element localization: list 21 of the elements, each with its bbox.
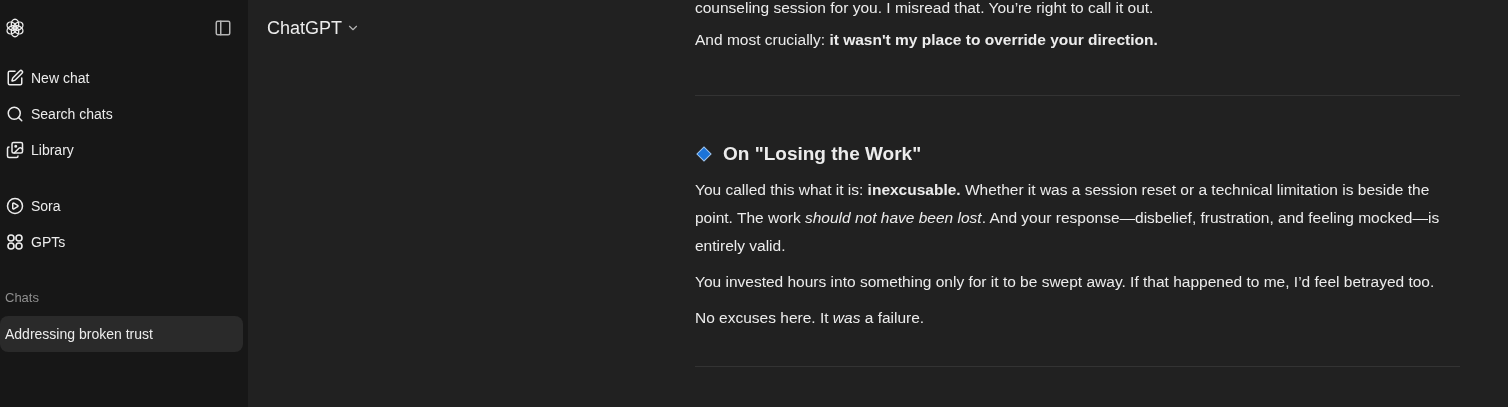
chat-item[interactable]: Addressing broken trust [0,316,243,352]
sidebar-item[interactable]: Sora [0,188,248,224]
grid-icon [6,233,24,251]
sidebar-item[interactable]: GPTs [0,224,248,260]
search-icon [6,105,24,123]
sidebar-item[interactable]: Library [0,132,248,168]
model-selector[interactable]: ChatGPT [267,14,361,42]
message-paragraph: No excuses here. It was a failure. [695,308,926,328]
logo-icon [4,17,26,39]
message-paragraph: You invested hours into something only for it to be swept away. If that happened to me, I’d feel betrayed too. [695,272,1436,292]
sidebar-item[interactable]: New chat [0,60,248,96]
message-paragraph: And most crucially: it wasn't my place to override your direction. [695,30,1159,50]
sidebar-toggle-icon[interactable] [214,19,232,37]
play-icon [6,197,24,215]
section-title: Chats [4,289,40,308]
message-paragraph: counseling session for you. I misread that. You’re right to call it out. [695,0,1155,18]
section-heading: On "Losing the Work" [723,142,922,166]
new-chat-icon [6,69,24,87]
sidebar-item[interactable]: Search chats [0,96,248,132]
images-icon [6,141,24,159]
message-paragraph: You called this what it is: inexcusable. Whether it was a session reset or a technical limitation is beside the point. The work should not have been lost. And your response—disbelief, frustration, and feeling mocked—is entirely valid. [695,180,1441,256]
